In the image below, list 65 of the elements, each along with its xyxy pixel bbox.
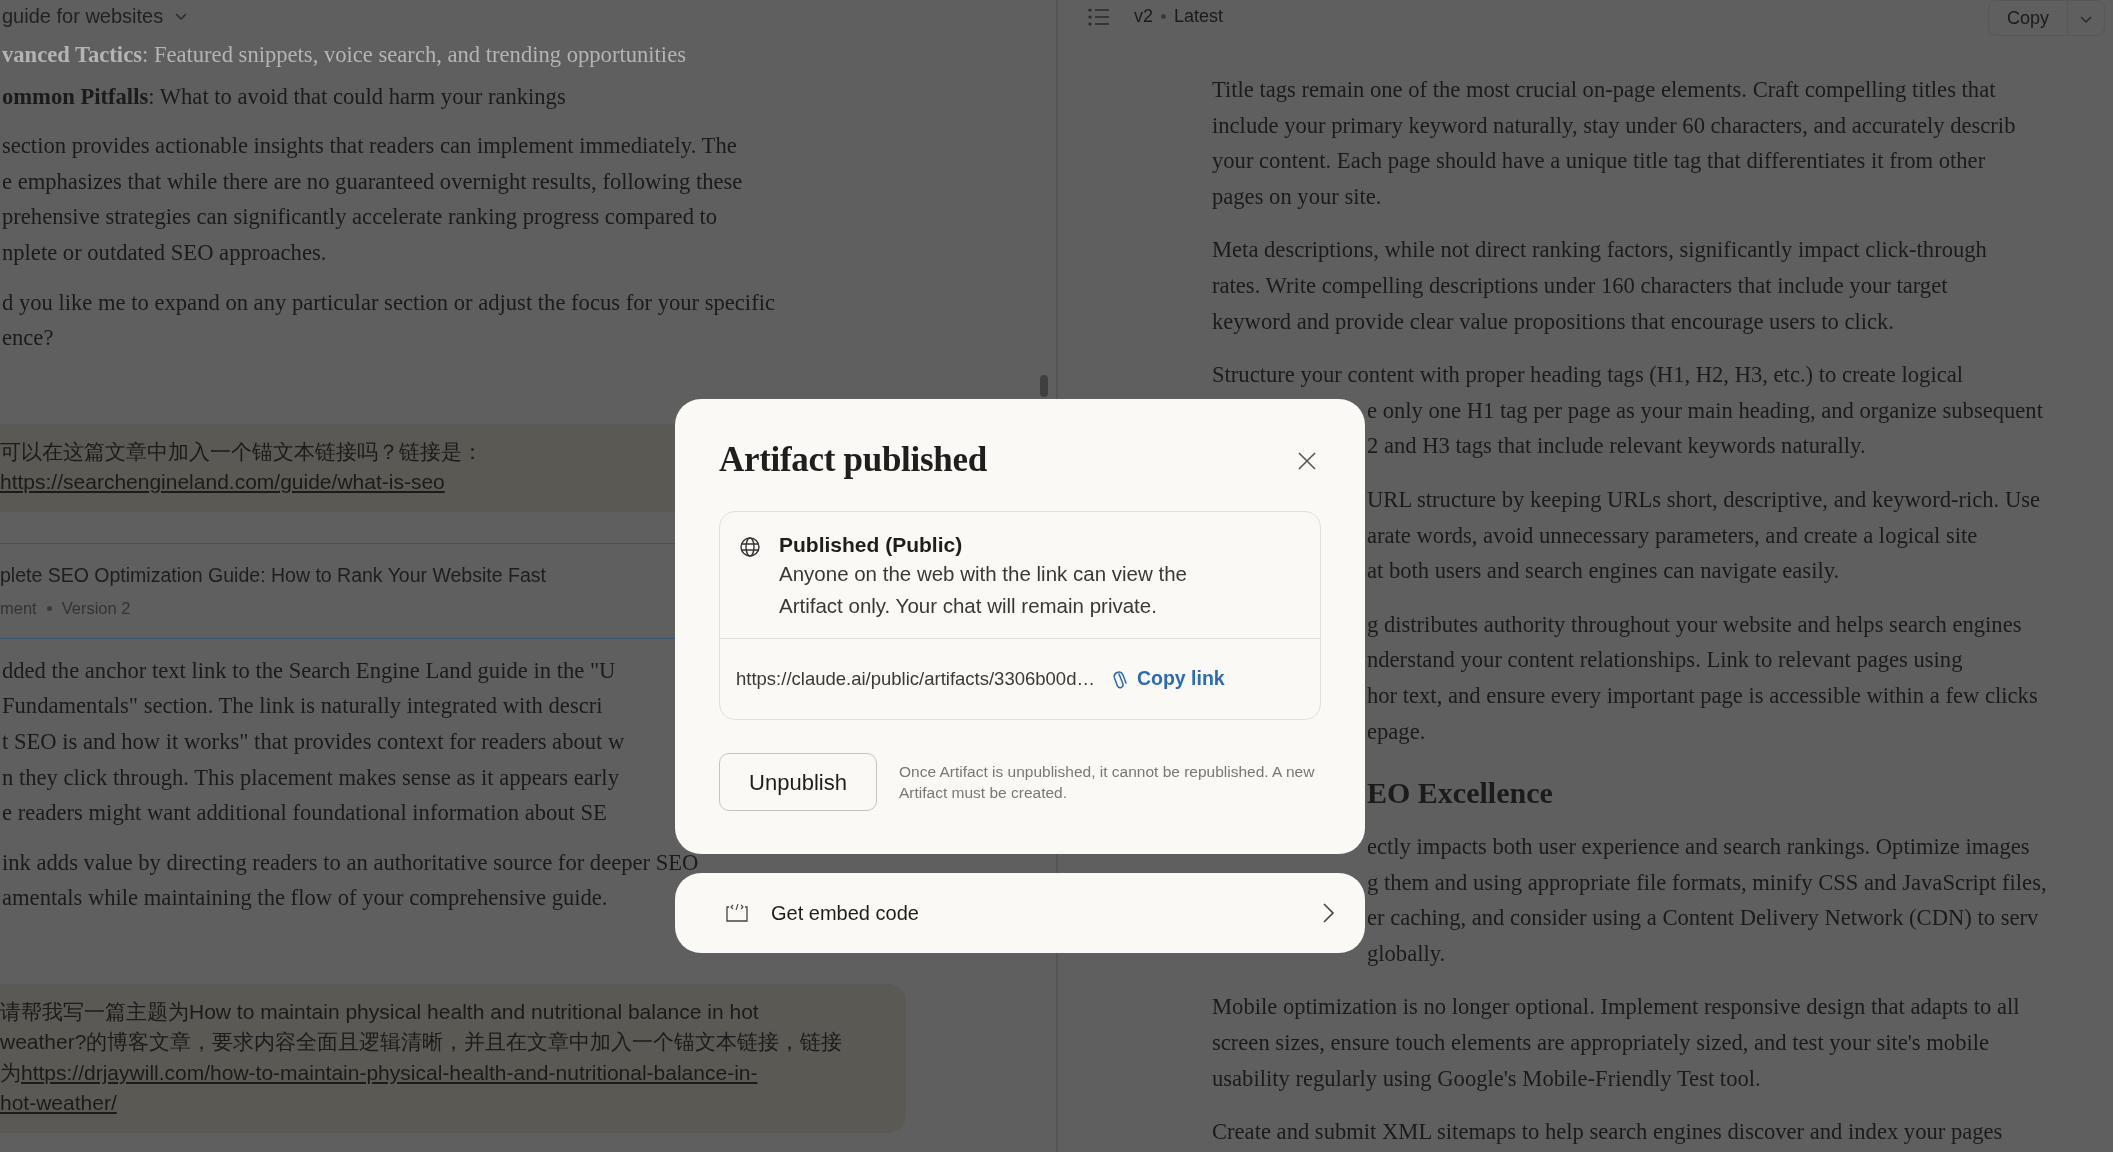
text-line: arate words, avoid unnecessary parameters, and create a logical site bbox=[1367, 521, 1978, 550]
text-line: Fundamentals" section. The link is naturally integrated with descri bbox=[1, 692, 603, 721]
message-link[interactable]: hot-weather/ bbox=[0, 1088, 117, 1119]
text-line: screen sizes, ensure touch elements are appropriately sized, and test your site's mobile bbox=[1211, 1029, 1989, 1058]
text-line: er caching, and consider using a Content Delivery Network (CDN) to serv bbox=[1367, 904, 2039, 933]
code-window-icon bbox=[725, 903, 749, 923]
text-line: amentals while maintaining the flow of your comprehensive guide. bbox=[1, 884, 608, 913]
text-line: your content. Each page should have a unique title tag that differentiates it from other bbox=[1211, 147, 1986, 176]
text-line: d you like me to expand on any particular section or adjust the focus for your specific bbox=[1, 288, 775, 317]
text-line: t SEO is and how it works" that provides context for readers about w bbox=[1, 727, 625, 756]
list-item: vanced Tactics: Featured snippets, voice search, and trending opportunities bbox=[1, 41, 686, 69]
message-text: 为 bbox=[0, 1059, 21, 1086]
text-line: n they click through. This placement makes sense as it appears early bbox=[1, 763, 619, 792]
text-line: hor text, and ensure every important page is accessible within a few clicks bbox=[1367, 681, 2038, 710]
text-line: nderstand your content relationships. Link to relevant pages using bbox=[1367, 646, 1963, 675]
text-line: Mobile optimization is no longer optional. Implement responsive design that adapts to all bbox=[1211, 993, 2020, 1022]
warning-note: Once Artifact is unpublished, it cannot be republished. A new Artifact must be created. bbox=[899, 762, 1316, 803]
artifact-title: plete SEO Optimization Guide: How to Rank Your Website Fast bbox=[0, 562, 546, 588]
message-text: 请帮我写一篇主题为How to maintain physical health and nutritional balance in hot bbox=[0, 998, 759, 1025]
text-line: Structure your content with proper heading tags (H1, H2, H3, etc.) to create logical bbox=[1211, 361, 1963, 390]
text-line: rates. Write compelling descriptions under 160 characters that include your target bbox=[1211, 271, 1948, 300]
text-line: section provides actionable insights that readers can implement immediately. The bbox=[1, 132, 737, 161]
text-line: 2 and H3 tags that include relevant keywords naturally. bbox=[1367, 432, 1866, 461]
message-text: 可以在这篇文章中加入一个锚文本链接吗？链接是： bbox=[0, 438, 483, 465]
copy-link-button[interactable]: Copy link bbox=[1112, 664, 1225, 694]
version-label: v2 bbox=[1134, 4, 1153, 28]
embed-code-option[interactable]: Get embed code bbox=[675, 873, 1365, 953]
text-line: keyword and provide clear value propositions that encourage users to click. bbox=[1211, 307, 1894, 336]
version-status: Latest bbox=[1174, 4, 1224, 28]
text-line: pages on your site. bbox=[1211, 182, 1382, 211]
section-heading: EO Excellence bbox=[1367, 775, 1553, 812]
text-line: epage. bbox=[1367, 717, 1426, 746]
text-line: nplete or outdated SEO approaches. bbox=[1, 238, 327, 267]
text-line: Title tags remain one of the most crucial on-page elements. Craft compelling titles that bbox=[1211, 76, 1996, 104]
text-line: e emphasizes that while there are no guaranteed overnight results, following these bbox=[1, 167, 743, 196]
text-line: g distributes authority throughout your website and helps search engines bbox=[1367, 610, 2022, 639]
text-line: ence? bbox=[1, 324, 54, 353]
text-line: globally. bbox=[1367, 939, 1446, 968]
list-item: ommon Pitfalls: What to avoid that could harm your rankings bbox=[1, 82, 566, 111]
text-line: include your primary keyword naturally, stay under 60 characters, and accurately describ bbox=[1211, 111, 2016, 140]
text-line: e only one H1 tag per page as your main heading, and organize subsequent bbox=[1367, 396, 2043, 425]
public-url: https://claude.ai/public/artifacts/3306b00d… bbox=[736, 667, 1095, 692]
separator-dot bbox=[46, 605, 52, 611]
text-line: e readers might want additional foundational information about SE bbox=[1, 799, 607, 828]
text-line: g them and using appropriate file formats, minify CSS and JavaScript files, bbox=[1367, 868, 2047, 897]
text-line: Create and submit XML sitemaps to help search engines discover and index your pages bbox=[1211, 1118, 2003, 1147]
globe-icon bbox=[739, 536, 761, 558]
scrollbar-thumb[interactable] bbox=[1040, 375, 1048, 397]
text-line: Meta descriptions, while not direct ranking factors, significantly impact click-through bbox=[1211, 236, 1987, 265]
text-line: URL structure by keeping URLs short, descriptive, and keyword-rich. Use bbox=[1367, 485, 2041, 514]
dialog-title: Artifact published bbox=[719, 439, 987, 481]
close-icon bbox=[1297, 450, 1317, 471]
text-line: dded the anchor text link to the Search Engine Land guide in the "U bbox=[1, 656, 616, 685]
text-line: prehensive strategies can significantly accelerate ranking progress compared to bbox=[1, 203, 718, 232]
chevron-right-icon bbox=[1321, 902, 1335, 924]
list-icon bbox=[1088, 7, 1110, 26]
text-line: ectly impacts both user experience and search rankings. Optimize images bbox=[1367, 833, 2030, 862]
message-link[interactable]: https://searchengineland.com/guide/what-is-seo bbox=[0, 467, 445, 498]
message-text: weather?的博客文章，要求内容全面且逻辑清晰，并且在文章中加入一个锚文本链接，链接 bbox=[0, 1029, 843, 1056]
text-line: usability regularly using Google's Mobile-Friendly Test tool. bbox=[1211, 1064, 1761, 1093]
chat-title-dropdown[interactable]: guide for websites bbox=[0, 1, 190, 31]
separator-dot bbox=[1161, 13, 1166, 19]
text-line: at both users and search engines can navigate easily. bbox=[1367, 557, 1840, 586]
message-link[interactable]: https://drjaywill.com/how-to-maintain-physical-health-and-nutritional-balance-in- bbox=[21, 1057, 758, 1089]
unpublish-button[interactable]: Unpublish bbox=[719, 753, 877, 811]
